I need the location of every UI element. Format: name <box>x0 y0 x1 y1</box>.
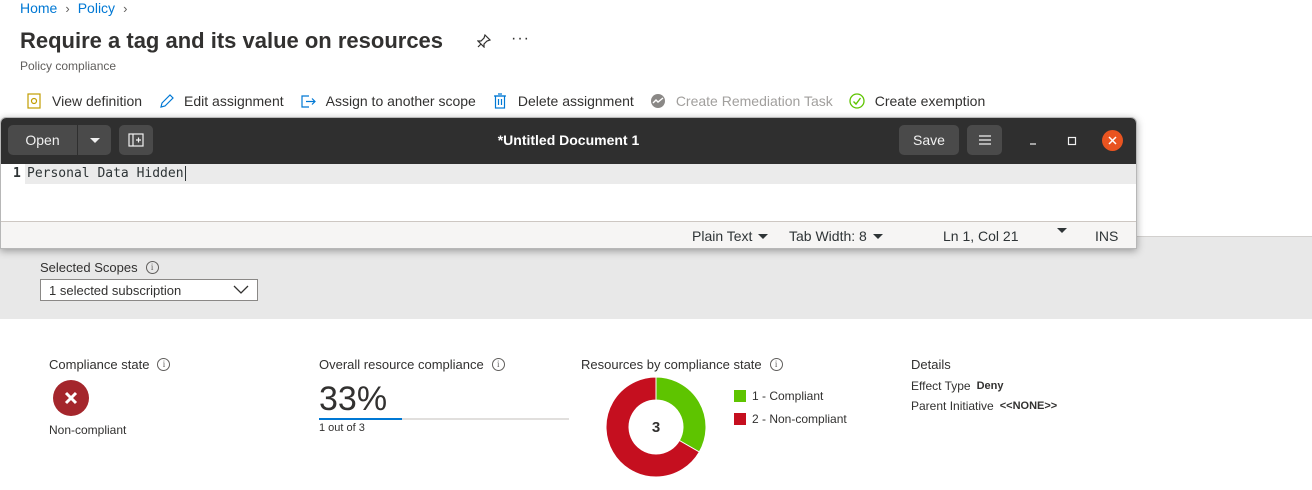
minimize-icon[interactable] <box>1024 132 1042 150</box>
language-label: Plain Text <box>692 228 753 244</box>
edit-assignment-button[interactable]: Edit assignment <box>158 93 284 109</box>
breadcrumb-home-link[interactable]: Home <box>20 0 57 16</box>
editor-text-line[interactable]: Personal Data Hidden <box>27 166 186 181</box>
error-x-icon <box>53 380 89 416</box>
page-title: Require a tag and its value on resources <box>20 28 444 53</box>
resources-by-state-text: Resources by compliance state <box>581 357 762 372</box>
caret-down-icon <box>758 233 769 239</box>
more-options-icon[interactable]: ··· <box>511 30 530 48</box>
assign-to-another-scope-button[interactable]: Assign to another scope <box>300 93 476 109</box>
compliance-donut-chart: 3 <box>605 376 707 478</box>
editor-status-bar: Plain Text Tab Width: 8 Ln 1, Col 21 INS <box>1 221 1136 248</box>
insert-mode: INS <box>1095 228 1118 244</box>
info-icon[interactable]: i <box>157 358 171 371</box>
legend-swatch <box>734 389 746 402</box>
editor-header-bar: Open *Untitled Document 1 Save <box>1 118 1136 164</box>
pencil-icon <box>158 93 174 109</box>
info-icon[interactable]: i <box>491 358 505 371</box>
save-button[interactable]: Save <box>899 125 959 155</box>
text-editor-window: Open *Untitled Document 1 Save 1 Persona… <box>0 117 1137 249</box>
assign-arrow-icon <box>300 93 316 109</box>
scope-dropdown[interactable]: 1 selected subscription <box>40 279 258 301</box>
position-menu-button[interactable] <box>1057 228 1067 233</box>
hamburger-menu-icon <box>978 135 991 145</box>
breadcrumb-policy-link[interactable]: Policy <box>78 0 115 16</box>
edit-assignment-label: Edit assignment <box>184 93 284 109</box>
save-button-label: Save <box>913 132 945 148</box>
legend-swatch <box>734 412 746 425</box>
check-circle-icon <box>849 93 865 109</box>
close-icon[interactable] <box>1102 130 1123 151</box>
chevron-right-icon: › <box>65 0 70 16</box>
info-icon[interactable]: i <box>145 261 159 274</box>
chevron-down-icon <box>233 283 249 298</box>
cursor-position[interactable]: Ln 1, Col 21 <box>943 228 1019 244</box>
legend-item-non-compliant[interactable]: 2 - Non-compliant <box>734 407 847 430</box>
overall-compliance-text: Overall resource compliance <box>319 357 484 372</box>
selected-scopes-label: Selected Scopes i <box>40 260 159 275</box>
effect-type-label: Effect Type <box>911 379 971 393</box>
document-icon <box>26 93 42 109</box>
resources-by-state-label: Resources by compliance state i <box>581 357 783 372</box>
info-icon[interactable]: i <box>769 358 783 371</box>
hamburger-menu-button[interactable] <box>967 125 1002 155</box>
create-exemption-label: Create exemption <box>874 93 986 109</box>
caret-down-icon <box>1057 228 1067 233</box>
language-selector[interactable]: Plain Text <box>692 228 769 244</box>
pin-icon[interactable] <box>476 33 492 52</box>
legend-item-compliant[interactable]: 1 - Compliant <box>734 384 847 407</box>
details-title: Details <box>911 357 951 372</box>
insert-mode-label: INS <box>1095 228 1119 244</box>
document-title: *Untitled Document 1 <box>497 132 640 148</box>
donut-slice-compliant[interactable] <box>655 376 707 453</box>
chevron-right-icon: › <box>123 0 128 16</box>
compliance-state-label: Compliance state i <box>49 357 171 372</box>
breadcrumb: Home › Policy › <box>20 0 127 16</box>
tab-width-label: Tab Width: 8 <box>789 228 867 244</box>
scope-dropdown-value: 1 selected subscription <box>49 282 182 298</box>
cursor-position-label: Ln 1, Col 21 <box>943 228 1019 244</box>
caret-down-icon <box>872 233 883 239</box>
create-remediation-task-label: Create Remediation Task <box>675 93 833 109</box>
assign-to-another-scope-label: Assign to another scope <box>325 93 476 109</box>
compliance-progress-fill <box>319 418 402 420</box>
donut-legend: 1 - Compliant 2 - Non-compliant <box>734 384 847 430</box>
view-definition-label: View definition <box>52 93 143 109</box>
command-bar: View definition Edit assignment Assign t… <box>26 90 1001 112</box>
view-definition-button[interactable]: View definition <box>26 93 142 109</box>
page-subtitle: Policy compliance <box>20 59 117 73</box>
create-remediation-task-button[interactable]: Create Remediation Task <box>650 93 833 109</box>
parent-initiative-row: Parent Initiative <<NONE>> <box>911 399 1057 413</box>
donut-total: 3 <box>652 419 660 436</box>
parent-initiative-value: <<NONE>> <box>999 400 1058 412</box>
parent-initiative-label: Parent Initiative <box>911 399 994 413</box>
overall-compliance-label: Overall resource compliance i <box>319 357 505 372</box>
remediation-icon <box>650 93 666 109</box>
line-number: 1 <box>13 166 21 181</box>
trash-icon <box>492 93 508 109</box>
effect-type-row: Effect Type Deny <box>911 379 1004 393</box>
legend-label: 2 - Non-compliant <box>752 411 847 426</box>
delete-assignment-label: Delete assignment <box>517 93 634 109</box>
effect-type-value: Deny <box>976 380 1004 392</box>
legend-label: 1 - Compliant <box>752 388 824 403</box>
compliance-state-value: Non-compliant <box>49 423 127 437</box>
create-exemption-button[interactable]: Create exemption <box>849 93 986 109</box>
delete-assignment-button[interactable]: Delete assignment <box>492 93 634 109</box>
overall-compliance-count: 1 out of 3 <box>319 422 365 434</box>
tab-width-selector[interactable]: Tab Width: 8 <box>789 228 883 244</box>
selected-scopes-text: Selected Scopes <box>40 260 138 275</box>
maximize-icon[interactable] <box>1063 132 1081 150</box>
overall-compliance-percent: 33% <box>319 380 388 418</box>
compliance-state-text: Compliance state <box>49 357 150 372</box>
